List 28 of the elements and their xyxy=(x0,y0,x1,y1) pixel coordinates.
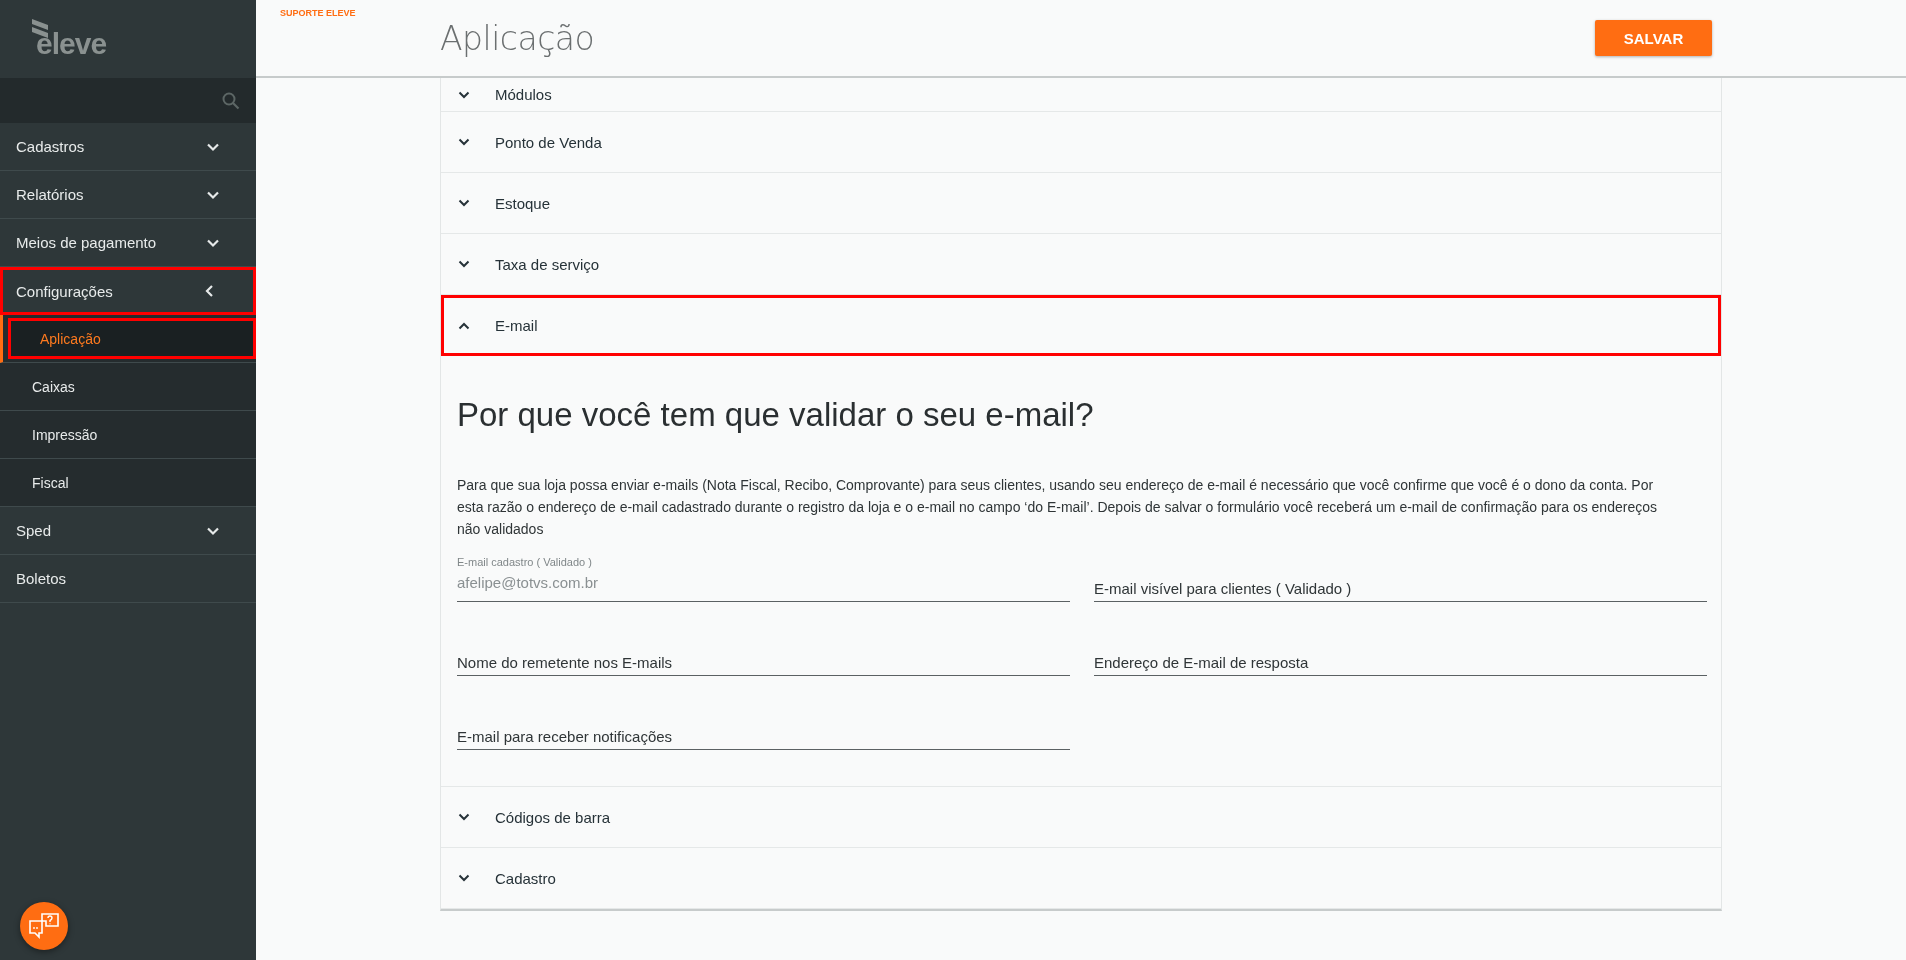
sidebar-item[interactable]: Sped xyxy=(0,507,256,555)
logo-text: eleve xyxy=(36,29,107,59)
help-button[interactable] xyxy=(20,902,68,950)
accordion-header[interactable]: Códigos de barra xyxy=(441,787,1721,848)
support-label: SUPORTE ELEVE xyxy=(280,8,356,18)
search-icon xyxy=(222,91,240,110)
text-field[interactable]: E-mail visível para clientes ( Validado ) xyxy=(1094,554,1707,602)
sidebar-item[interactable]: Cadastros xyxy=(0,123,256,171)
sidebar-item[interactable]: Configurações xyxy=(0,267,256,315)
accordion-header[interactable]: Cadastro xyxy=(441,848,1721,909)
page-title: Aplicação xyxy=(440,18,596,58)
chat-bubbles-icon xyxy=(28,911,60,941)
info-paragraph: Para que sua loja possa enviar e-mails (Nota Fiscal, Recibo, Comprovante) para seus clientes, usando seu endereço de e-mail é necessário que você confirme que você é o dono da conta. Por esta razão o endereço de e-mail cadastrado durante o registro da loja e o e-mail no campo ‘do E-mail’. Depois de salvar o formulário você receberá um e-mail de confirmação para os endereços não validados xyxy=(457,476,1657,539)
text-field[interactable]: E-mail para receber notificações xyxy=(457,702,1070,750)
text-field[interactable]: Endereço de E-mail de resposta xyxy=(1094,628,1707,676)
accordion-header[interactable]: Módulos xyxy=(441,78,1721,112)
text-field[interactable]: Nome do remetente nos E-mails xyxy=(457,628,1070,676)
accordion-header[interactable]: E-mail xyxy=(441,295,1721,356)
sidebar-item[interactable]: Relatórios xyxy=(0,171,256,219)
text-field[interactable]: E-mail cadastro ( Validado ) afelipe@totvs.com.br xyxy=(457,554,1070,602)
accordion-header[interactable]: Ponto de Venda xyxy=(441,112,1721,173)
accordion-header[interactable]: Taxa de serviço xyxy=(441,234,1721,295)
section-heading: Por que você tem que validar o seu e-mail? xyxy=(457,396,1095,434)
search-field[interactable] xyxy=(0,78,256,123)
sidebar-subitem[interactable]: Aplicação xyxy=(8,318,256,359)
accordion-header[interactable]: Estoque xyxy=(441,173,1721,234)
sidebar-item[interactable]: Meios de pagamento xyxy=(0,219,256,267)
sidebar-item[interactable]: Boletos xyxy=(0,555,256,603)
